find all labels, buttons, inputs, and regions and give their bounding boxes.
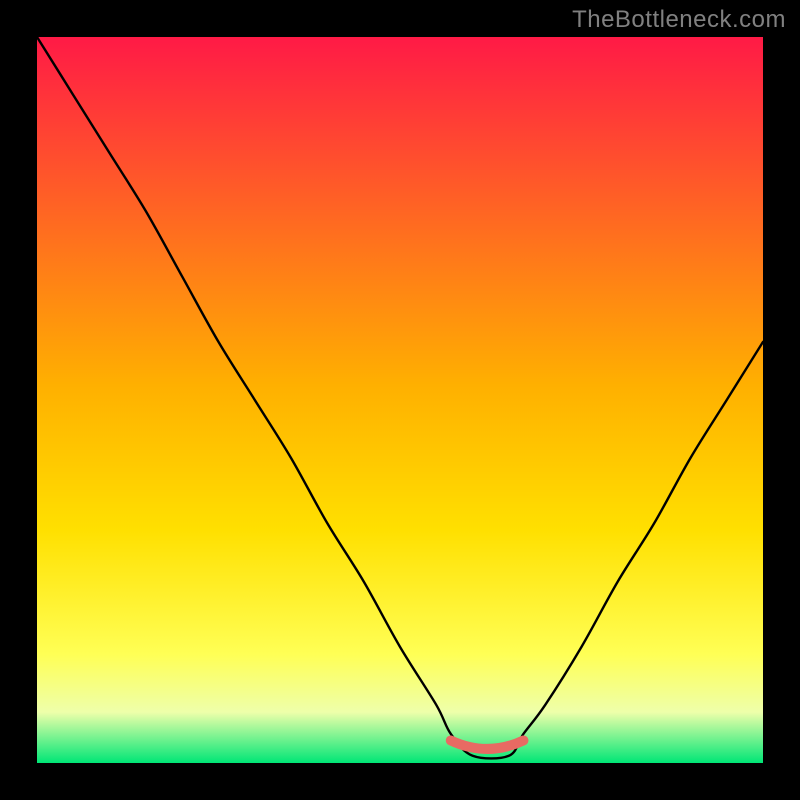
plot-area xyxy=(37,37,763,763)
gradient-background xyxy=(37,37,763,763)
chart-frame: TheBottleneck.com xyxy=(0,0,800,800)
chart-svg xyxy=(37,37,763,763)
watermark-text: TheBottleneck.com xyxy=(572,6,786,34)
